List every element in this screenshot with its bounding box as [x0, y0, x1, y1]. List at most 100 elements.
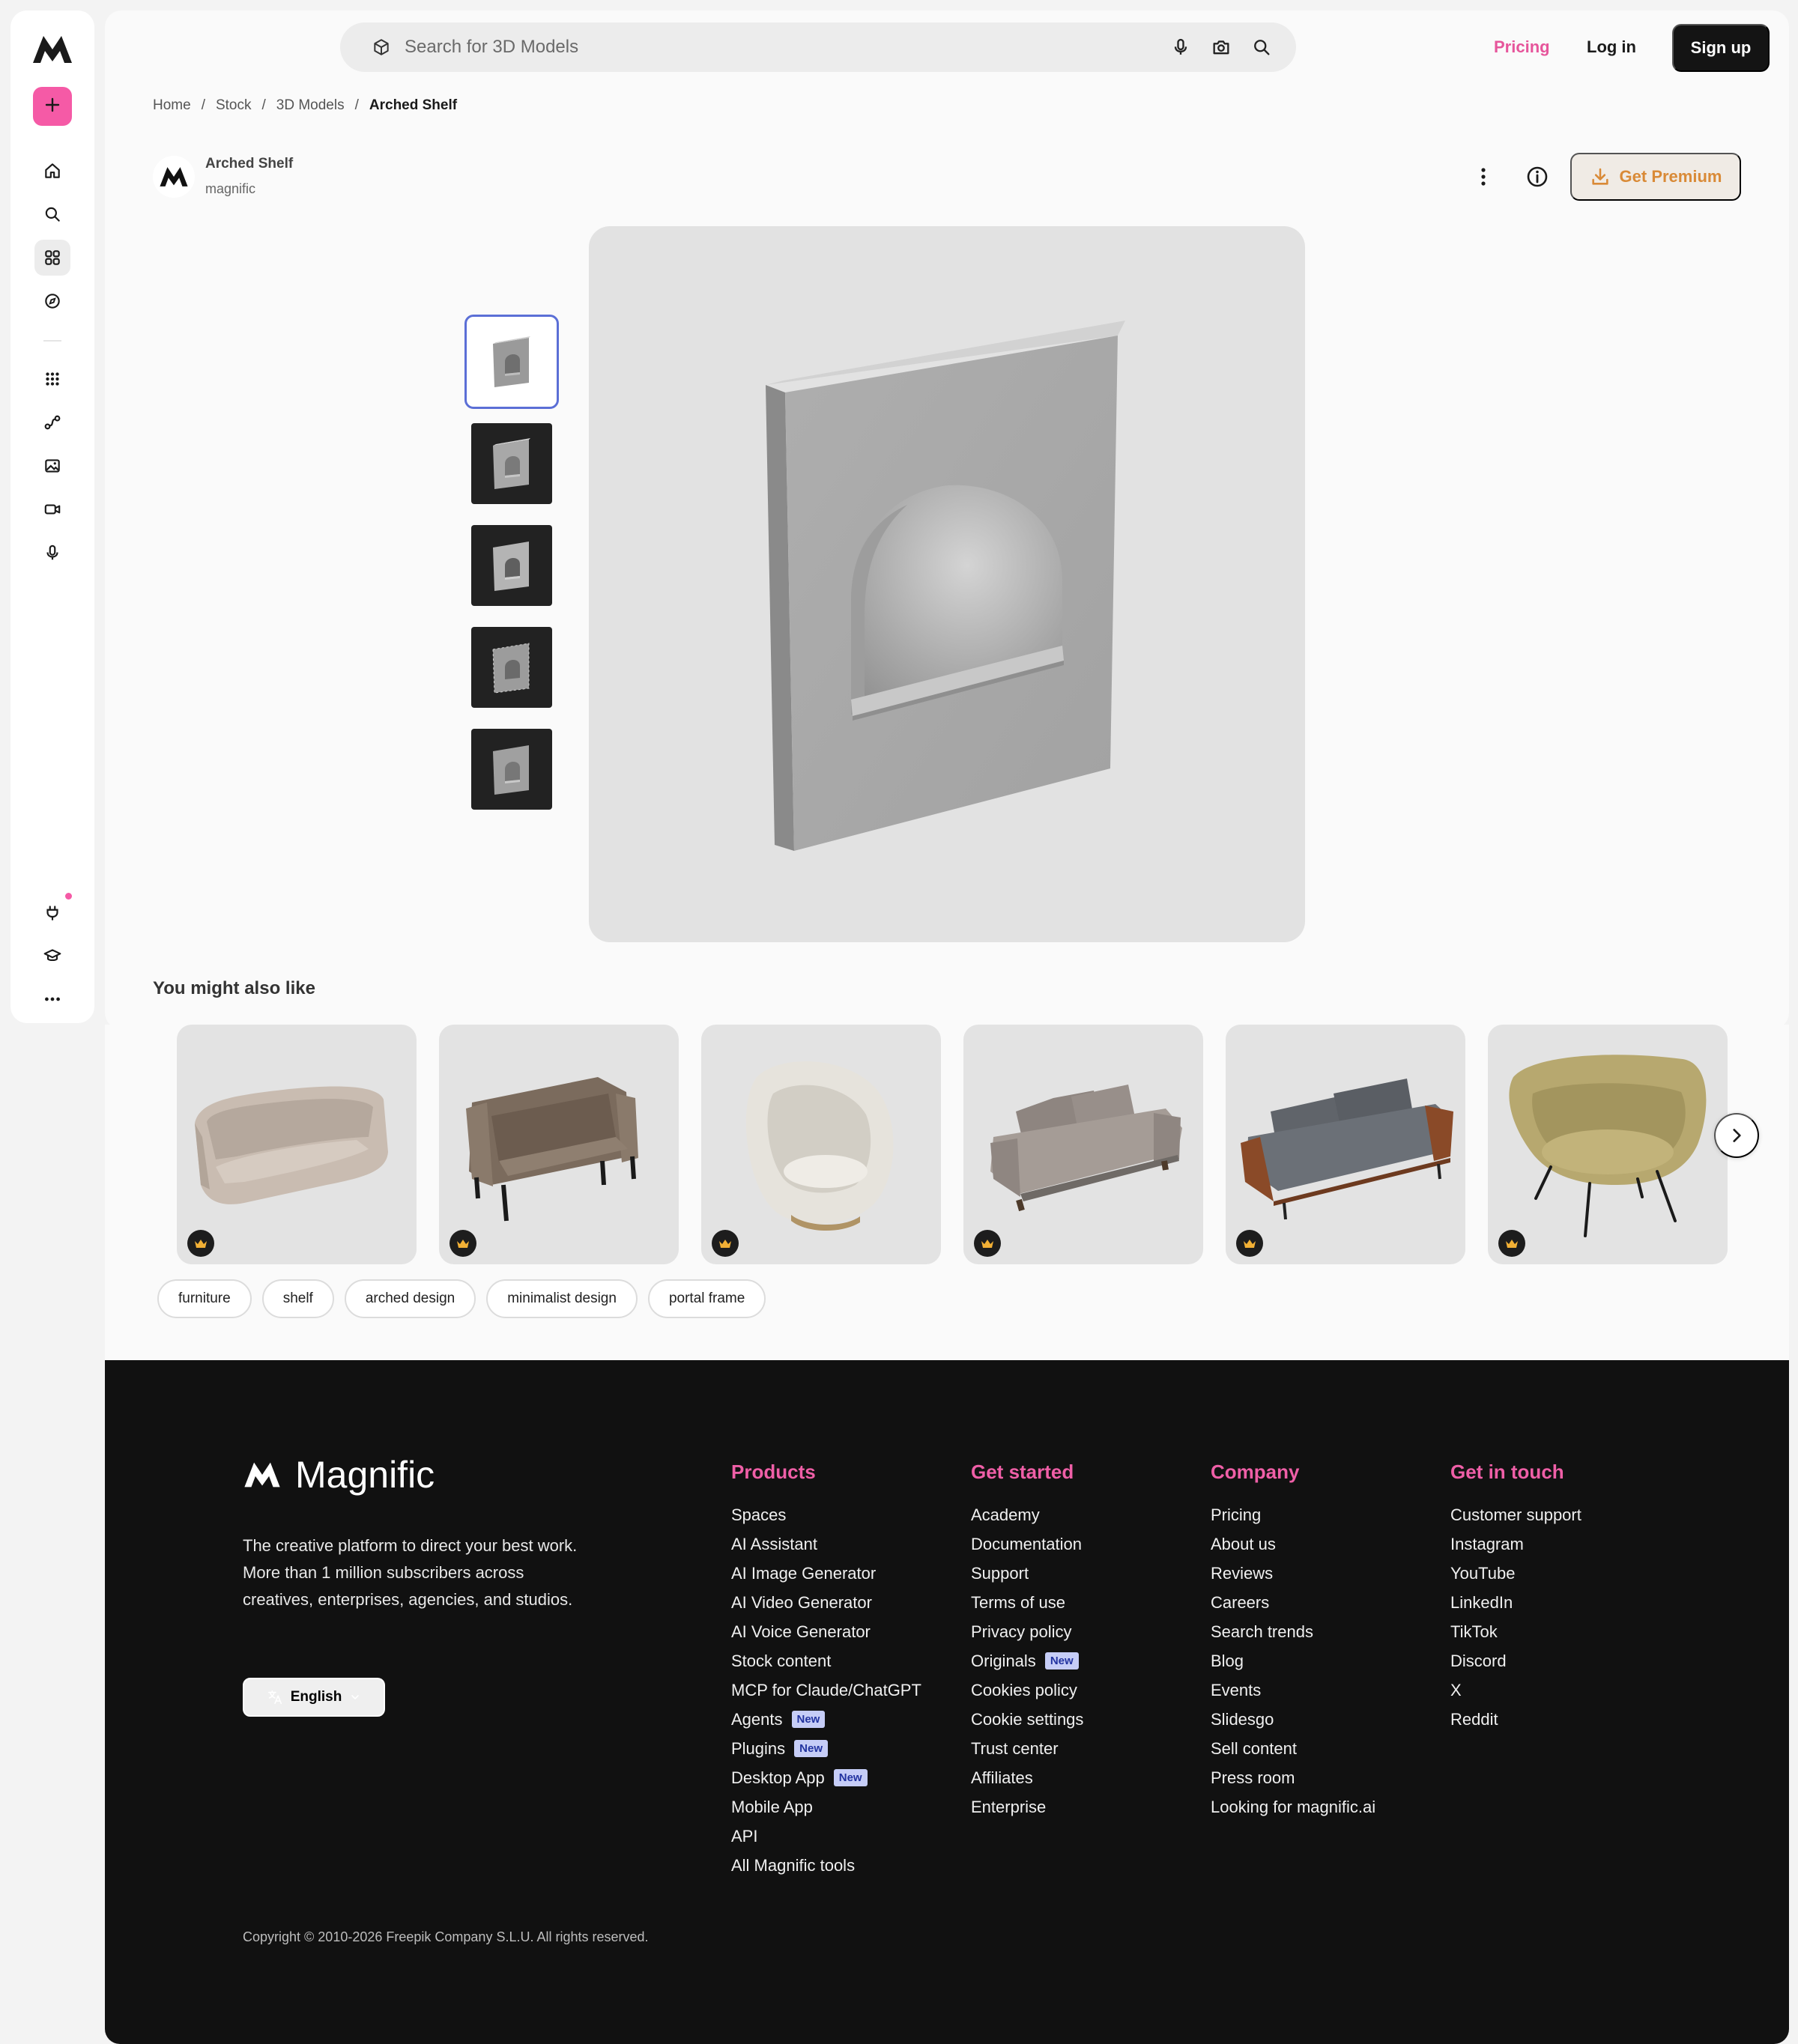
- rail-image-button[interactable]: [34, 448, 70, 484]
- logo-icon[interactable]: [31, 33, 73, 66]
- signup-button[interactable]: Sign up: [1672, 24, 1770, 72]
- footer-link[interactable]: Academy: [971, 1500, 1083, 1529]
- grey-sofa-image: [990, 1085, 1182, 1212]
- tag-chip[interactable]: portal frame: [647, 1279, 766, 1318]
- rail-plugins-button[interactable]: [34, 893, 72, 930]
- thumbnail-5[interactable]: [464, 722, 559, 816]
- footer-link[interactable]: Support: [971, 1559, 1083, 1588]
- footer-link[interactable]: AI Image Generator: [731, 1559, 921, 1588]
- footer-link[interactable]: Desktop App New: [731, 1763, 921, 1792]
- search-submit-icon[interactable]: [1251, 37, 1272, 58]
- related-card-grey-fabric-sofa[interactable]: [963, 1025, 1203, 1264]
- search-input[interactable]: Search for 3D Models: [405, 37, 578, 58]
- rail-academy-button[interactable]: [34, 938, 70, 974]
- carousel-next-button[interactable]: [1714, 1113, 1759, 1158]
- footer-link[interactable]: X: [1450, 1675, 1581, 1705]
- footer-link[interactable]: Spaces: [731, 1500, 921, 1529]
- footer-link[interactable]: About us: [1211, 1529, 1375, 1559]
- rail-voice-button[interactable]: [34, 535, 70, 571]
- author-name[interactable]: magnific: [205, 181, 255, 197]
- breadcrumb-home[interactable]: Home: [153, 97, 191, 114]
- tag-chip[interactable]: arched design: [344, 1279, 476, 1318]
- footer-link[interactable]: Enterprise: [971, 1792, 1083, 1822]
- get-premium-button[interactable]: Get Premium: [1570, 153, 1741, 201]
- tag-chip[interactable]: furniture: [157, 1279, 252, 1318]
- footer-link[interactable]: Press room: [1211, 1763, 1375, 1792]
- footer-link-label: Events: [1211, 1680, 1262, 1699]
- breadcrumb-3d-models[interactable]: 3D Models: [276, 97, 345, 114]
- info-icon[interactable]: [1524, 163, 1551, 190]
- footer-link[interactable]: Documentation: [971, 1529, 1083, 1559]
- thumbnail-2[interactable]: [464, 416, 559, 511]
- language-selector[interactable]: English: [243, 1678, 385, 1717]
- camera-search-icon[interactable]: [1211, 37, 1232, 58]
- premium-crown-icon: [450, 1230, 476, 1257]
- rail-video-button[interactable]: [34, 491, 70, 527]
- chevron-down-icon: [351, 1695, 360, 1699]
- footer-link[interactable]: Sell content: [1211, 1734, 1375, 1763]
- more-options-icon[interactable]: [1470, 163, 1497, 190]
- footer-link[interactable]: AI Video Generator: [731, 1588, 921, 1617]
- related-card-white-egg-chair[interactable]: [701, 1025, 941, 1264]
- nav-pricing-link[interactable]: Pricing: [1494, 37, 1550, 57]
- thumbnail-4[interactable]: [464, 620, 559, 715]
- footer-link[interactable]: Cookies policy: [971, 1675, 1083, 1705]
- footer-link[interactable]: Customer support: [1450, 1500, 1581, 1529]
- rail-discover-button[interactable]: [34, 283, 70, 319]
- footer-link[interactable]: API: [731, 1822, 921, 1851]
- breadcrumb-stock[interactable]: Stock: [216, 97, 252, 114]
- footer-link[interactable]: Reddit: [1450, 1705, 1581, 1734]
- footer-link[interactable]: LinkedIn: [1450, 1588, 1581, 1617]
- related-card-olive-lounge-chair[interactable]: [1488, 1025, 1728, 1264]
- footer-link[interactable]: Search trends: [1211, 1617, 1375, 1646]
- footer-link[interactable]: Looking for magnific.ai: [1211, 1792, 1375, 1822]
- search-bar[interactable]: Search for 3D Models: [340, 22, 1296, 72]
- footer-link[interactable]: Terms of use: [971, 1588, 1083, 1617]
- footer-link[interactable]: AI Assistant: [731, 1529, 921, 1559]
- footer-link[interactable]: TikTok: [1450, 1617, 1581, 1646]
- footer-link[interactable]: Privacy policy: [971, 1617, 1083, 1646]
- footer-link[interactable]: Reviews: [1211, 1559, 1375, 1588]
- rail-home-button[interactable]: [34, 153, 70, 189]
- nav-login-link[interactable]: Log in: [1587, 37, 1636, 57]
- thumbnail-1[interactable]: [464, 315, 559, 409]
- rail-apps-button[interactable]: [34, 361, 70, 397]
- related-title: You might also like: [153, 978, 315, 998]
- footer-link[interactable]: YouTube: [1450, 1559, 1581, 1588]
- related-card-dark-grey-wood-sofa[interactable]: [1226, 1025, 1465, 1264]
- footer-link[interactable]: Events: [1211, 1675, 1375, 1705]
- footer-brand[interactable]: Magnific: [243, 1453, 435, 1496]
- tag-chip[interactable]: minimalist design: [486, 1279, 638, 1318]
- footer-link[interactable]: Affiliates: [971, 1763, 1083, 1792]
- rail-assets-button[interactable]: [34, 240, 70, 276]
- related-card-brown-leather-loveseat[interactable]: [439, 1025, 679, 1264]
- author-avatar[interactable]: [153, 156, 195, 198]
- footer-link[interactable]: All Magnific tools: [731, 1851, 921, 1880]
- voice-search-icon[interactable]: [1170, 37, 1191, 58]
- footer-link-label: YouTube: [1450, 1563, 1516, 1583]
- footer-link[interactable]: MCP for Claude/ChatGPT: [731, 1675, 921, 1705]
- footer-link[interactable]: Agents New: [731, 1705, 921, 1734]
- footer-link[interactable]: AI Voice Generator: [731, 1617, 921, 1646]
- footer-link[interactable]: Plugins New: [731, 1734, 921, 1763]
- footer-link[interactable]: Careers: [1211, 1588, 1375, 1617]
- footer-link[interactable]: Originals New: [971, 1646, 1083, 1675]
- thumbnail-3[interactable]: [464, 518, 559, 613]
- footer-link[interactable]: Cookie settings: [971, 1705, 1083, 1734]
- model-viewer[interactable]: [589, 226, 1305, 942]
- footer-link[interactable]: Instagram: [1450, 1529, 1581, 1559]
- footer-link[interactable]: Slidesgo: [1211, 1705, 1375, 1734]
- footer-link[interactable]: Trust center: [971, 1734, 1083, 1763]
- rail-workflow-button[interactable]: [34, 404, 70, 440]
- footer-link[interactable]: Blog: [1211, 1646, 1375, 1675]
- footer-link[interactable]: Discord: [1450, 1646, 1581, 1675]
- new-badge: New: [833, 1769, 868, 1786]
- create-new-button[interactable]: [33, 87, 72, 126]
- footer-link[interactable]: Mobile App: [731, 1792, 921, 1822]
- rail-more-button[interactable]: [34, 981, 70, 1017]
- rail-search-button[interactable]: [34, 196, 70, 232]
- related-card-beige-curved-sofa[interactable]: [177, 1025, 417, 1264]
- footer-link[interactable]: Pricing: [1211, 1500, 1375, 1529]
- footer-link[interactable]: Stock content: [731, 1646, 921, 1675]
- tag-chip[interactable]: shelf: [261, 1279, 334, 1318]
